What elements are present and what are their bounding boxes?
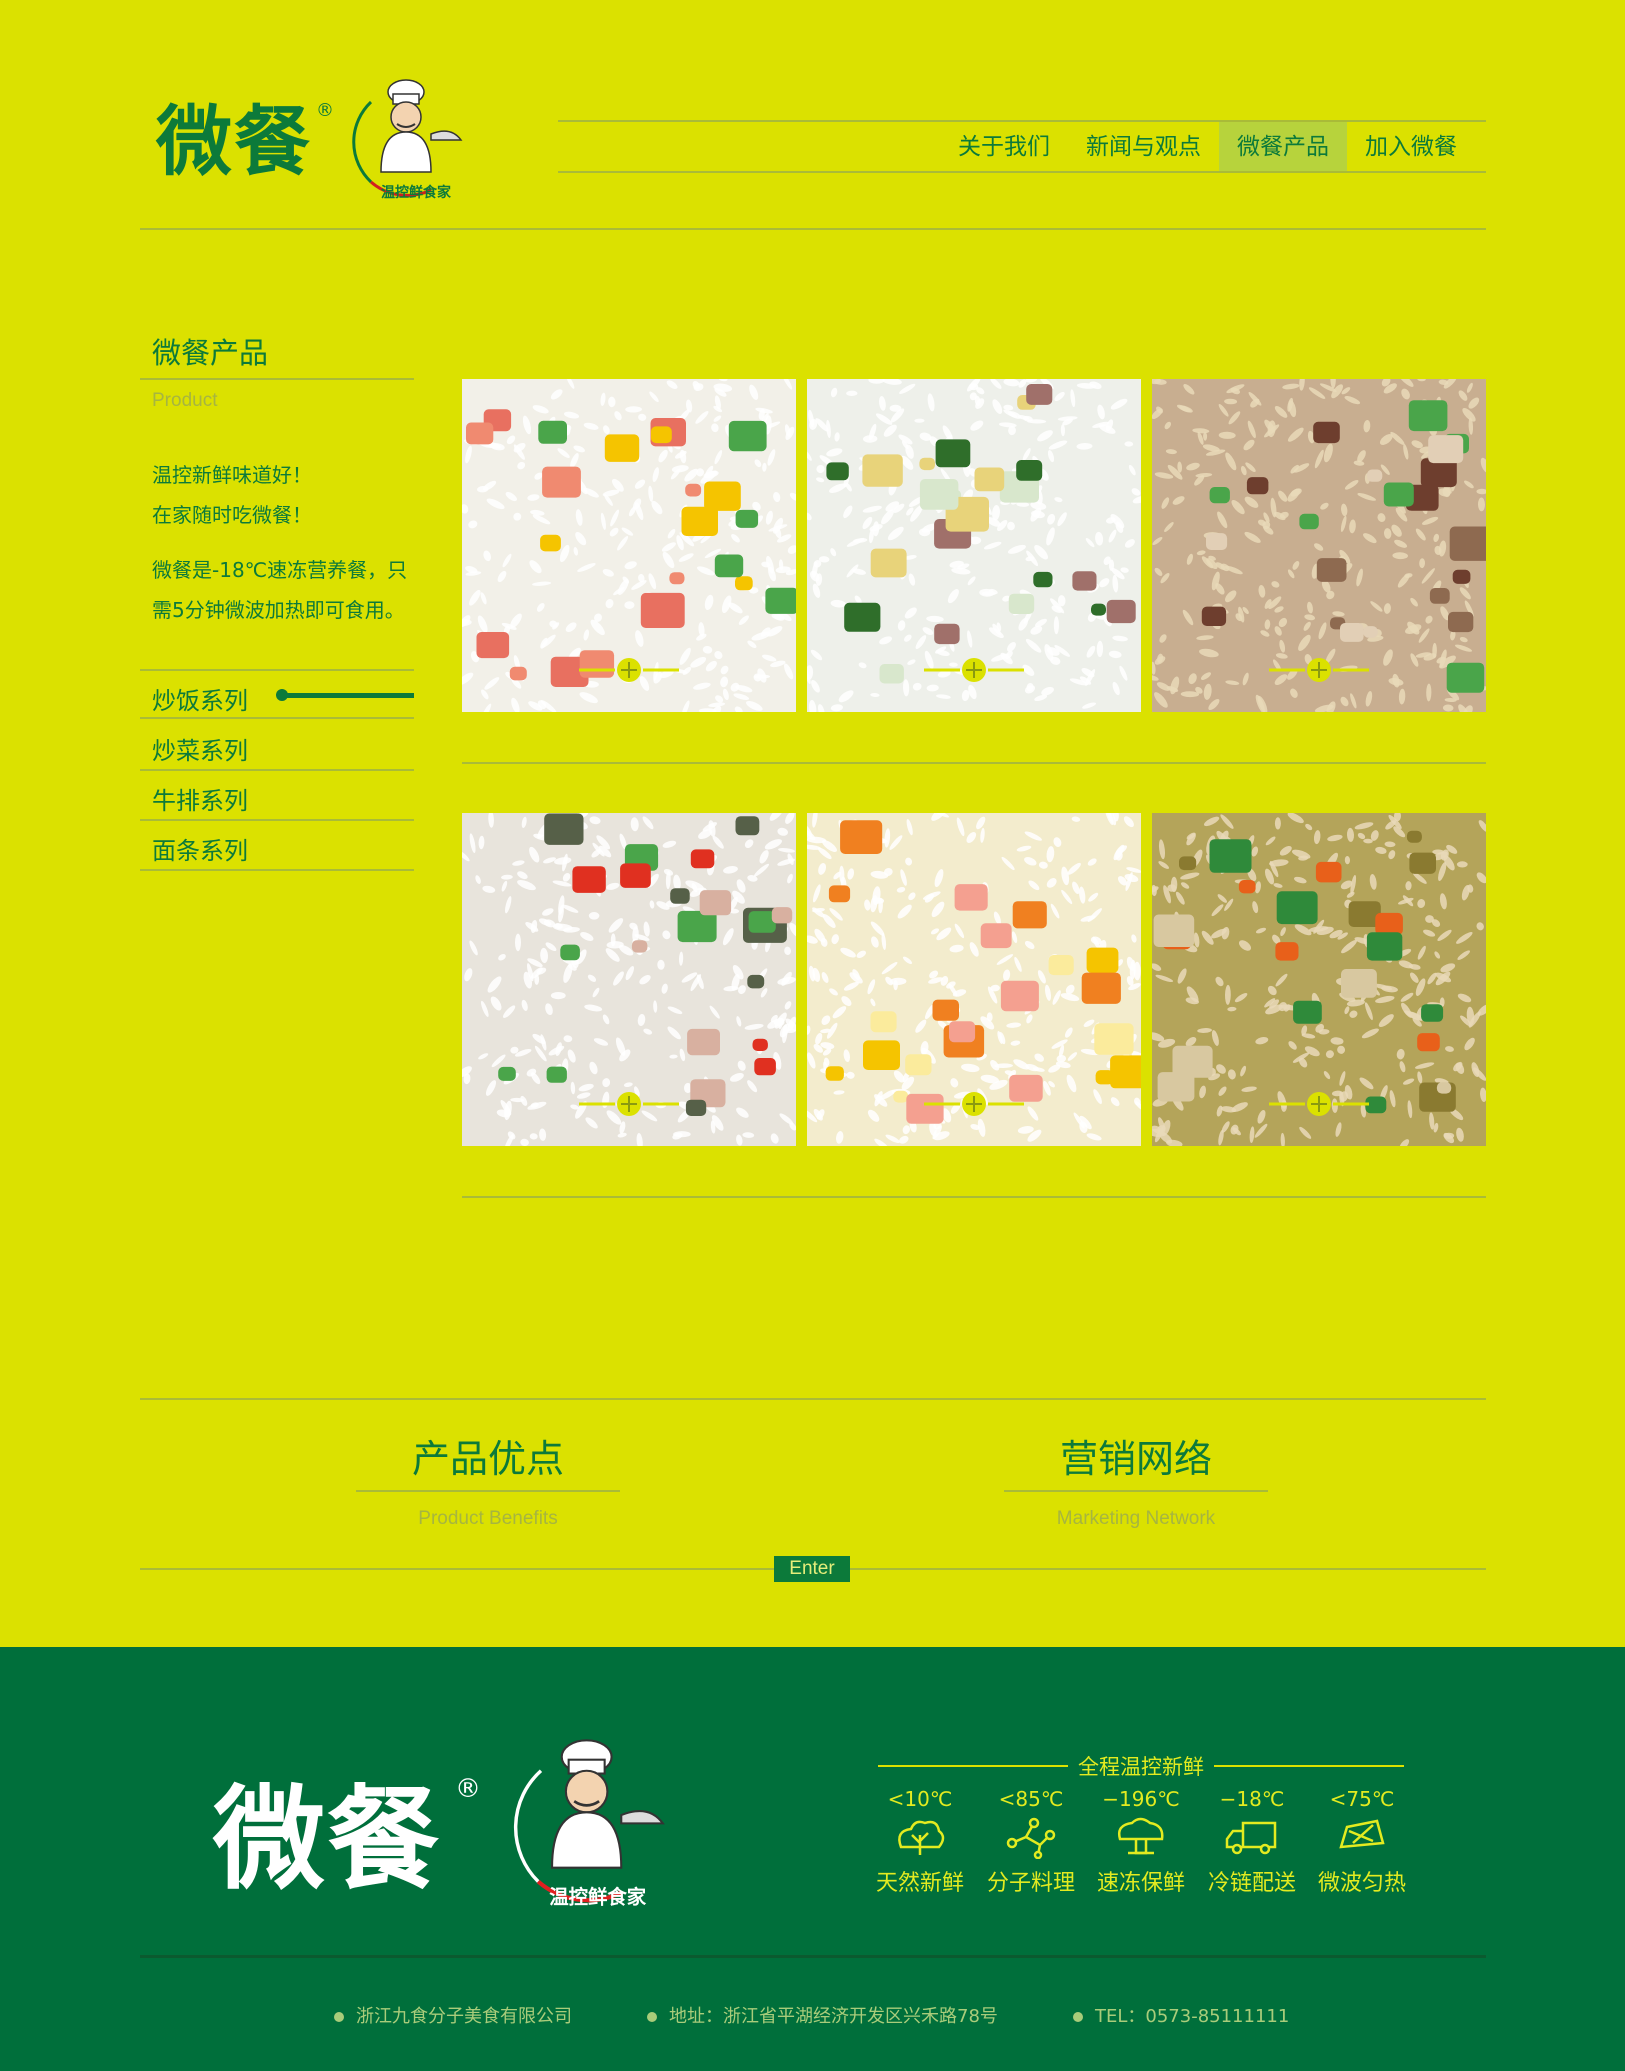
zoom-plus-icon[interactable] (924, 657, 1024, 683)
grid-row-divider (462, 762, 1486, 764)
benefits-subtitle: Product Benefits (418, 1508, 558, 1529)
network-underline (1004, 1490, 1268, 1492)
footer-logo: 微餐 ® 温控鲜食家 (213, 1732, 693, 1912)
category-label: 炒饭系列 (152, 687, 248, 715)
temp-item-fresh: <10℃ 天然新鲜 (870, 1787, 970, 1897)
temp-item-coldchain: −18℃ 冷链配送 (1202, 1787, 1302, 1897)
benefits-title[interactable]: 产品优点 (356, 1428, 620, 1483)
product-tile-fried-rice-soy-pork[interactable] (1152, 379, 1486, 712)
category-noodles[interactable]: 面条系列 (140, 821, 414, 871)
temp-item-molecular: <85℃ 分子料理 (981, 1787, 1081, 1897)
temp-value: <85℃ (998, 1787, 1064, 1811)
enter-button[interactable]: Enter (774, 1556, 850, 1582)
nav-item-products[interactable]: 微餐产品 (1219, 122, 1347, 172)
molecule-icon (1006, 1817, 1056, 1859)
desc-line: 需5分钟微波加热即可食用。 (152, 598, 405, 622)
site-logo[interactable]: 微餐 ® 温控鲜食家 (156, 72, 476, 202)
lettuce-icon (898, 1820, 945, 1855)
category-stir-fry[interactable]: 炒菜系列 (140, 721, 414, 771)
footer-logo-wordmark: 微餐 (213, 1775, 441, 1905)
selected-indicator (284, 693, 414, 698)
nav-item-join[interactable]: 加入微餐 (1347, 122, 1475, 172)
temp-label: 速冻保鲜 (1096, 1871, 1185, 1896)
svg-text:温控鲜食家: 温控鲜食家 (381, 184, 452, 201)
footer-company: 浙江九食分子美食有限公司 (334, 2002, 572, 2028)
category-fried-rice[interactable]: 炒饭系列 (140, 669, 414, 719)
temp-label: 冷链配送 (1207, 1871, 1296, 1896)
temp-value: −196℃ (1102, 1787, 1180, 1811)
category-label: 牛排系列 (152, 787, 248, 815)
temp-label: 天然新鲜 (875, 1871, 964, 1896)
product-tile-fried-rice-ham-corn[interactable] (462, 379, 796, 712)
truck-icon (1225, 1821, 1277, 1855)
footer-divider (140, 1955, 1486, 1958)
product-tile-fried-rice-pickled-greens[interactable] (462, 813, 796, 1146)
nav-item-news[interactable]: 新闻与观点 (1068, 122, 1219, 172)
benefits-underline (356, 1490, 620, 1492)
desc-line: 在家随时吃微餐！ (152, 503, 312, 527)
mushroom-cloud-icon (1118, 1817, 1164, 1855)
footer-registered-mark: ® (455, 1774, 481, 1804)
temp-value: <10℃ (887, 1787, 953, 1811)
bullet-icon (1073, 2012, 1083, 2022)
temperature-control-panel: 全程温控新鲜 <10℃ 天然新鲜 <85℃ 分子料理 −196℃ 速冻保鲜 −1… (876, 1747, 1406, 1907)
sidebar-description: 温控新鲜味道好！ 在家随时吃微餐！ 微餐是-18℃速冻营养餐，只 需5分钟微波加… (152, 455, 417, 630)
svg-text:温控鲜食家: 温控鲜食家 (549, 1886, 647, 1909)
category-label: 面条系列 (152, 837, 248, 865)
product-tile-fried-rice-vegetable-meat[interactable] (807, 379, 1141, 712)
zoom-plus-icon[interactable] (1269, 1091, 1369, 1117)
temp-label: 微波匀热 (1317, 1871, 1406, 1896)
registered-mark: ® (316, 100, 334, 121)
address-text: 地址：浙江省平湖经济开发区兴禾路78号 (669, 2006, 998, 2027)
zoom-plus-icon[interactable] (1269, 657, 1369, 683)
category-label: 炒菜系列 (152, 737, 248, 765)
sidebar-title-underline (140, 378, 414, 380)
temp-value: −18℃ (1219, 1787, 1285, 1811)
chef-mascot-icon: 温控鲜食家 (513, 1739, 665, 1909)
company-name: 浙江九食分子美食有限公司 (356, 2006, 572, 2027)
temp-value: <75℃ (1329, 1787, 1395, 1811)
microwave-icon (1339, 1819, 1385, 1849)
product-tile-fried-rice-curry[interactable] (1152, 813, 1486, 1146)
temp-item-microwave: <75℃ 微波匀热 (1312, 1787, 1412, 1897)
grid-row-divider (462, 1196, 1486, 1198)
footer-address: 地址：浙江省平湖经济开发区兴禾路78号 (647, 2002, 998, 2028)
temp-label: 分子料理 (986, 1871, 1075, 1896)
sidebar-subtitle: Product (152, 390, 218, 411)
footer-tel: TEL：0573-85111111 (1073, 2002, 1289, 2028)
network-subtitle: Marketing Network (1056, 1508, 1216, 1529)
logo-wordmark: 微餐 (156, 97, 312, 186)
desc-line: 微餐是-18℃速冻营养餐，只 (152, 558, 408, 582)
main-nav: 关于我们 新闻与观点 微餐产品 加入微餐 (940, 122, 1475, 172)
bullet-icon (334, 2012, 344, 2022)
desc-line: 温控新鲜味道好！ (152, 463, 312, 487)
category-steak[interactable]: 牛排系列 (140, 771, 414, 821)
header-divider (140, 228, 1486, 230)
bullet-icon (647, 2012, 657, 2022)
tel-text: TEL：0573-85111111 (1095, 2006, 1290, 2027)
sections-top-border (140, 1398, 1486, 1400)
temp-title: 全程温控新鲜 (1072, 1755, 1210, 1779)
zoom-plus-icon[interactable] (579, 657, 679, 683)
nav-item-about[interactable]: 关于我们 (940, 122, 1068, 172)
product-tile-fried-rice-shrimp-egg[interactable] (807, 813, 1141, 1146)
zoom-plus-icon[interactable] (924, 1091, 1024, 1117)
nav-bottom-border (558, 171, 1486, 173)
temp-item-quickfreeze: −196℃ 速冻保鲜 (1091, 1787, 1191, 1897)
chef-mascot-icon: 温控鲜食家 (352, 79, 463, 201)
network-title[interactable]: 营销网络 (1004, 1428, 1268, 1483)
zoom-plus-icon[interactable] (579, 1091, 679, 1117)
sidebar-title: 微餐产品 (152, 336, 269, 370)
